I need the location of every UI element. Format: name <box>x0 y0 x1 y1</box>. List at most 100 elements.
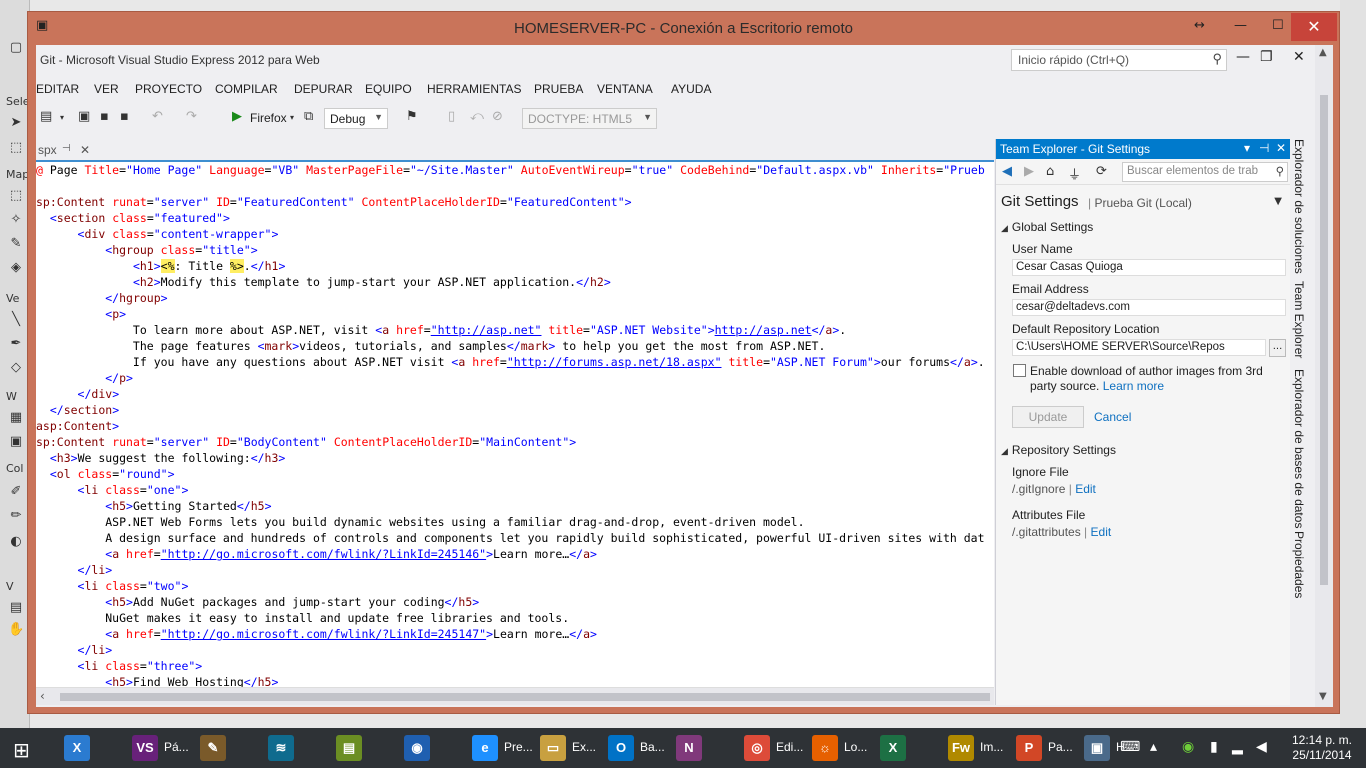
code-line[interactable]: A design surface and hundreds of control… <box>36 530 984 546</box>
vertical-scrollbar[interactable]: ▲ ▼ <box>1315 45 1333 707</box>
pen-icon[interactable]: ✒ <box>8 336 24 352</box>
scroll-left-icon[interactable]: ‹ <box>40 689 45 703</box>
browse-button[interactable]: ... <box>1269 339 1286 357</box>
menu-prueba[interactable]: PRUEBA <box>534 82 583 96</box>
code-line[interactable]: If you have any questions about ASP.NET … <box>36 354 985 370</box>
menu-proyecto[interactable]: PROYECTO <box>135 82 202 96</box>
document-tab[interactable]: spx ⊣ ✕ <box>36 141 96 159</box>
global-settings-section[interactable]: ◢ Global Settings <box>1001 220 1093 234</box>
system-clock[interactable]: 12:14 p. m. 25/11/2014 <box>1283 733 1361 763</box>
code-line[interactable]: </hgroup> <box>36 290 167 306</box>
repo-location-field[interactable]: C:\Users\HOME SERVER\Source\Repos <box>1012 339 1266 356</box>
drop-icon[interactable]: ◈ <box>8 260 24 276</box>
security-shield-icon[interactable]: ◉ <box>1182 739 1194 755</box>
pin-icon[interactable]: ⊣ <box>62 143 71 154</box>
code-line[interactable]: asp:Content> <box>36 418 119 434</box>
code-line[interactable]: </li> <box>36 642 113 658</box>
fill-icon[interactable]: ◐ <box>8 534 24 550</box>
refresh-icon[interactable]: ⟳ <box>1096 164 1107 179</box>
toolbar-disabled-icon[interactable]: ⊘ <box>492 109 503 124</box>
start-debug-icon[interactable]: ▶ <box>232 109 242 124</box>
author-images-checkbox[interactable] <box>1013 364 1026 377</box>
code-line[interactable]: sp:Content runat="server" ID="FeaturedCo… <box>36 194 632 210</box>
find-icon[interactable]: ⚑ <box>406 109 418 124</box>
minimize-icon[interactable]: — <box>1234 18 1247 33</box>
keyboard-icon[interactable]: ⌨ <box>1120 739 1140 755</box>
taskbar-item[interactable]: ▤ <box>328 728 400 768</box>
subselect-icon[interactable]: ⬚ <box>8 140 24 156</box>
browser-link-icon[interactable]: ⧉ <box>304 109 313 124</box>
code-line[interactable]: </section> <box>36 402 119 418</box>
pin-icon[interactable]: ⊣ <box>1259 141 1269 155</box>
taskbar-item[interactable]: Fw Im... <box>940 728 1012 768</box>
code-line[interactable]: <a href="http://go.microsoft.com/fwlink/… <box>36 626 597 642</box>
menu-compilar[interactable]: COMPILAR <box>215 82 278 96</box>
new-project-icon[interactable]: ▤ <box>40 109 52 124</box>
code-line[interactable]: <h2>Modify this template to jump-start y… <box>36 274 611 290</box>
email-field[interactable]: cesar@deltadevs.com <box>1012 299 1286 316</box>
code-line[interactable]: ASP.NET Web Forms lets you build dynamic… <box>36 514 804 530</box>
minimize-icon[interactable]: — <box>1236 49 1250 65</box>
wand-icon[interactable]: ✧ <box>8 212 24 228</box>
work-item-search-input[interactable]: Buscar elementos de trab ⚲ <box>1122 162 1288 182</box>
scroll-down-icon[interactable]: ▼ <box>1319 691 1327 702</box>
tab-solution-explorer[interactable]: Explorador de soluciones <box>1292 139 1306 274</box>
taskbar-item[interactable]: e Pre... <box>464 728 536 768</box>
brush-icon[interactable]: ✎ <box>8 236 24 252</box>
zoom-hand-icon[interactable]: ✋ <box>8 622 24 638</box>
back-icon[interactable]: ◀ <box>1002 164 1012 179</box>
repository-settings-section[interactable]: ◢ Repository Settings <box>1001 443 1116 457</box>
tab-team-explorer[interactable]: Team Explorer <box>1292 281 1306 358</box>
taskbar-item[interactable]: VS Pá... <box>124 728 196 768</box>
code-line[interactable]: sp:Content runat="server" ID="BodyConten… <box>36 434 576 450</box>
slice-icon[interactable]: ▦ <box>8 410 24 426</box>
restore-icon[interactable]: ❐ <box>1260 49 1273 65</box>
horizontal-scrollbar[interactable]: ‹ <box>36 687 994 705</box>
taskbar-item[interactable]: N <box>668 728 740 768</box>
code-line[interactable]: </div> <box>36 386 120 402</box>
tab-database-explorer[interactable]: Explorador de bases de datos <box>1292 369 1306 528</box>
code-line[interactable]: <li class="one"> <box>36 482 189 498</box>
close-icon[interactable]: ✕ <box>1276 141 1286 155</box>
user-name-field[interactable]: Cesar Casas Quioga <box>1012 259 1286 276</box>
redo-icon[interactable]: ↷ <box>186 109 197 124</box>
code-line[interactable]: <h1><%: Title %>.</h1> <box>36 258 285 274</box>
pointer-icon[interactable]: ➤ <box>8 115 24 131</box>
close-tab-icon[interactable]: ✕ <box>80 143 90 157</box>
code-line[interactable]: <section class="featured"> <box>36 210 230 226</box>
restore-arrows-icon[interactable]: ↔ <box>1194 18 1205 33</box>
connect-icon[interactable]: ⏚ <box>1068 164 1081 183</box>
save-icon[interactable]: ▪ <box>100 109 109 124</box>
menu-herramientas[interactable]: HERRAMIENTAS <box>427 82 521 96</box>
menu-ayuda[interactable]: AYUDA <box>671 82 711 96</box>
save-all-icon[interactable]: ▪ <box>120 109 129 124</box>
code-line[interactable]: <ol class="round"> <box>36 466 175 482</box>
network-icon[interactable]: ▂ <box>1232 739 1243 755</box>
cancel-link[interactable]: Cancel <box>1094 410 1131 424</box>
code-line[interactable]: </p> <box>36 370 133 386</box>
code-line[interactable]: The page features <mark>videos, tutorial… <box>36 338 825 354</box>
maximize-icon[interactable]: ☐ <box>1272 18 1284 33</box>
menu-equipo[interactable]: EQUIPO <box>365 82 412 96</box>
dropdown-arrow-icon[interactable]: ▾ <box>290 113 294 122</box>
taskbar-item[interactable]: X <box>872 728 944 768</box>
close-icon[interactable]: ✕ <box>1291 13 1337 41</box>
tray-chevron-icon[interactable]: ▴ <box>1150 739 1157 755</box>
hotspot-icon[interactable]: ▣ <box>8 434 24 450</box>
battery-icon[interactable]: ▮ <box>1210 739 1218 755</box>
taskbar-item[interactable]: P Pa... <box>1008 728 1080 768</box>
shape-icon[interactable]: ◇ <box>8 360 24 376</box>
code-line[interactable]: <h5>Add NuGet packages and jump-start yo… <box>36 594 479 610</box>
dropdown-arrow-icon[interactable]: ▾ <box>1244 141 1250 155</box>
forward-icon[interactable]: ▶ <box>1024 164 1034 179</box>
update-button[interactable]: Update <box>1012 406 1084 428</box>
learn-more-link[interactable]: Learn more <box>1103 379 1164 393</box>
code-line[interactable]: <div class="content-wrapper"> <box>36 226 279 242</box>
code-line[interactable]: <li class="two"> <box>36 578 189 594</box>
scrollbar-thumb[interactable] <box>60 693 990 701</box>
close-icon[interactable]: ✕ <box>1293 49 1305 65</box>
code-line[interactable]: <h3>We suggest the following:</h3> <box>36 450 285 466</box>
code-line[interactable]: <li class="three"> <box>36 658 203 674</box>
marquee-icon[interactable]: ⬚ <box>8 188 24 204</box>
code-line[interactable]: @ Page Title="Home Page" Language="VB" M… <box>36 162 985 178</box>
